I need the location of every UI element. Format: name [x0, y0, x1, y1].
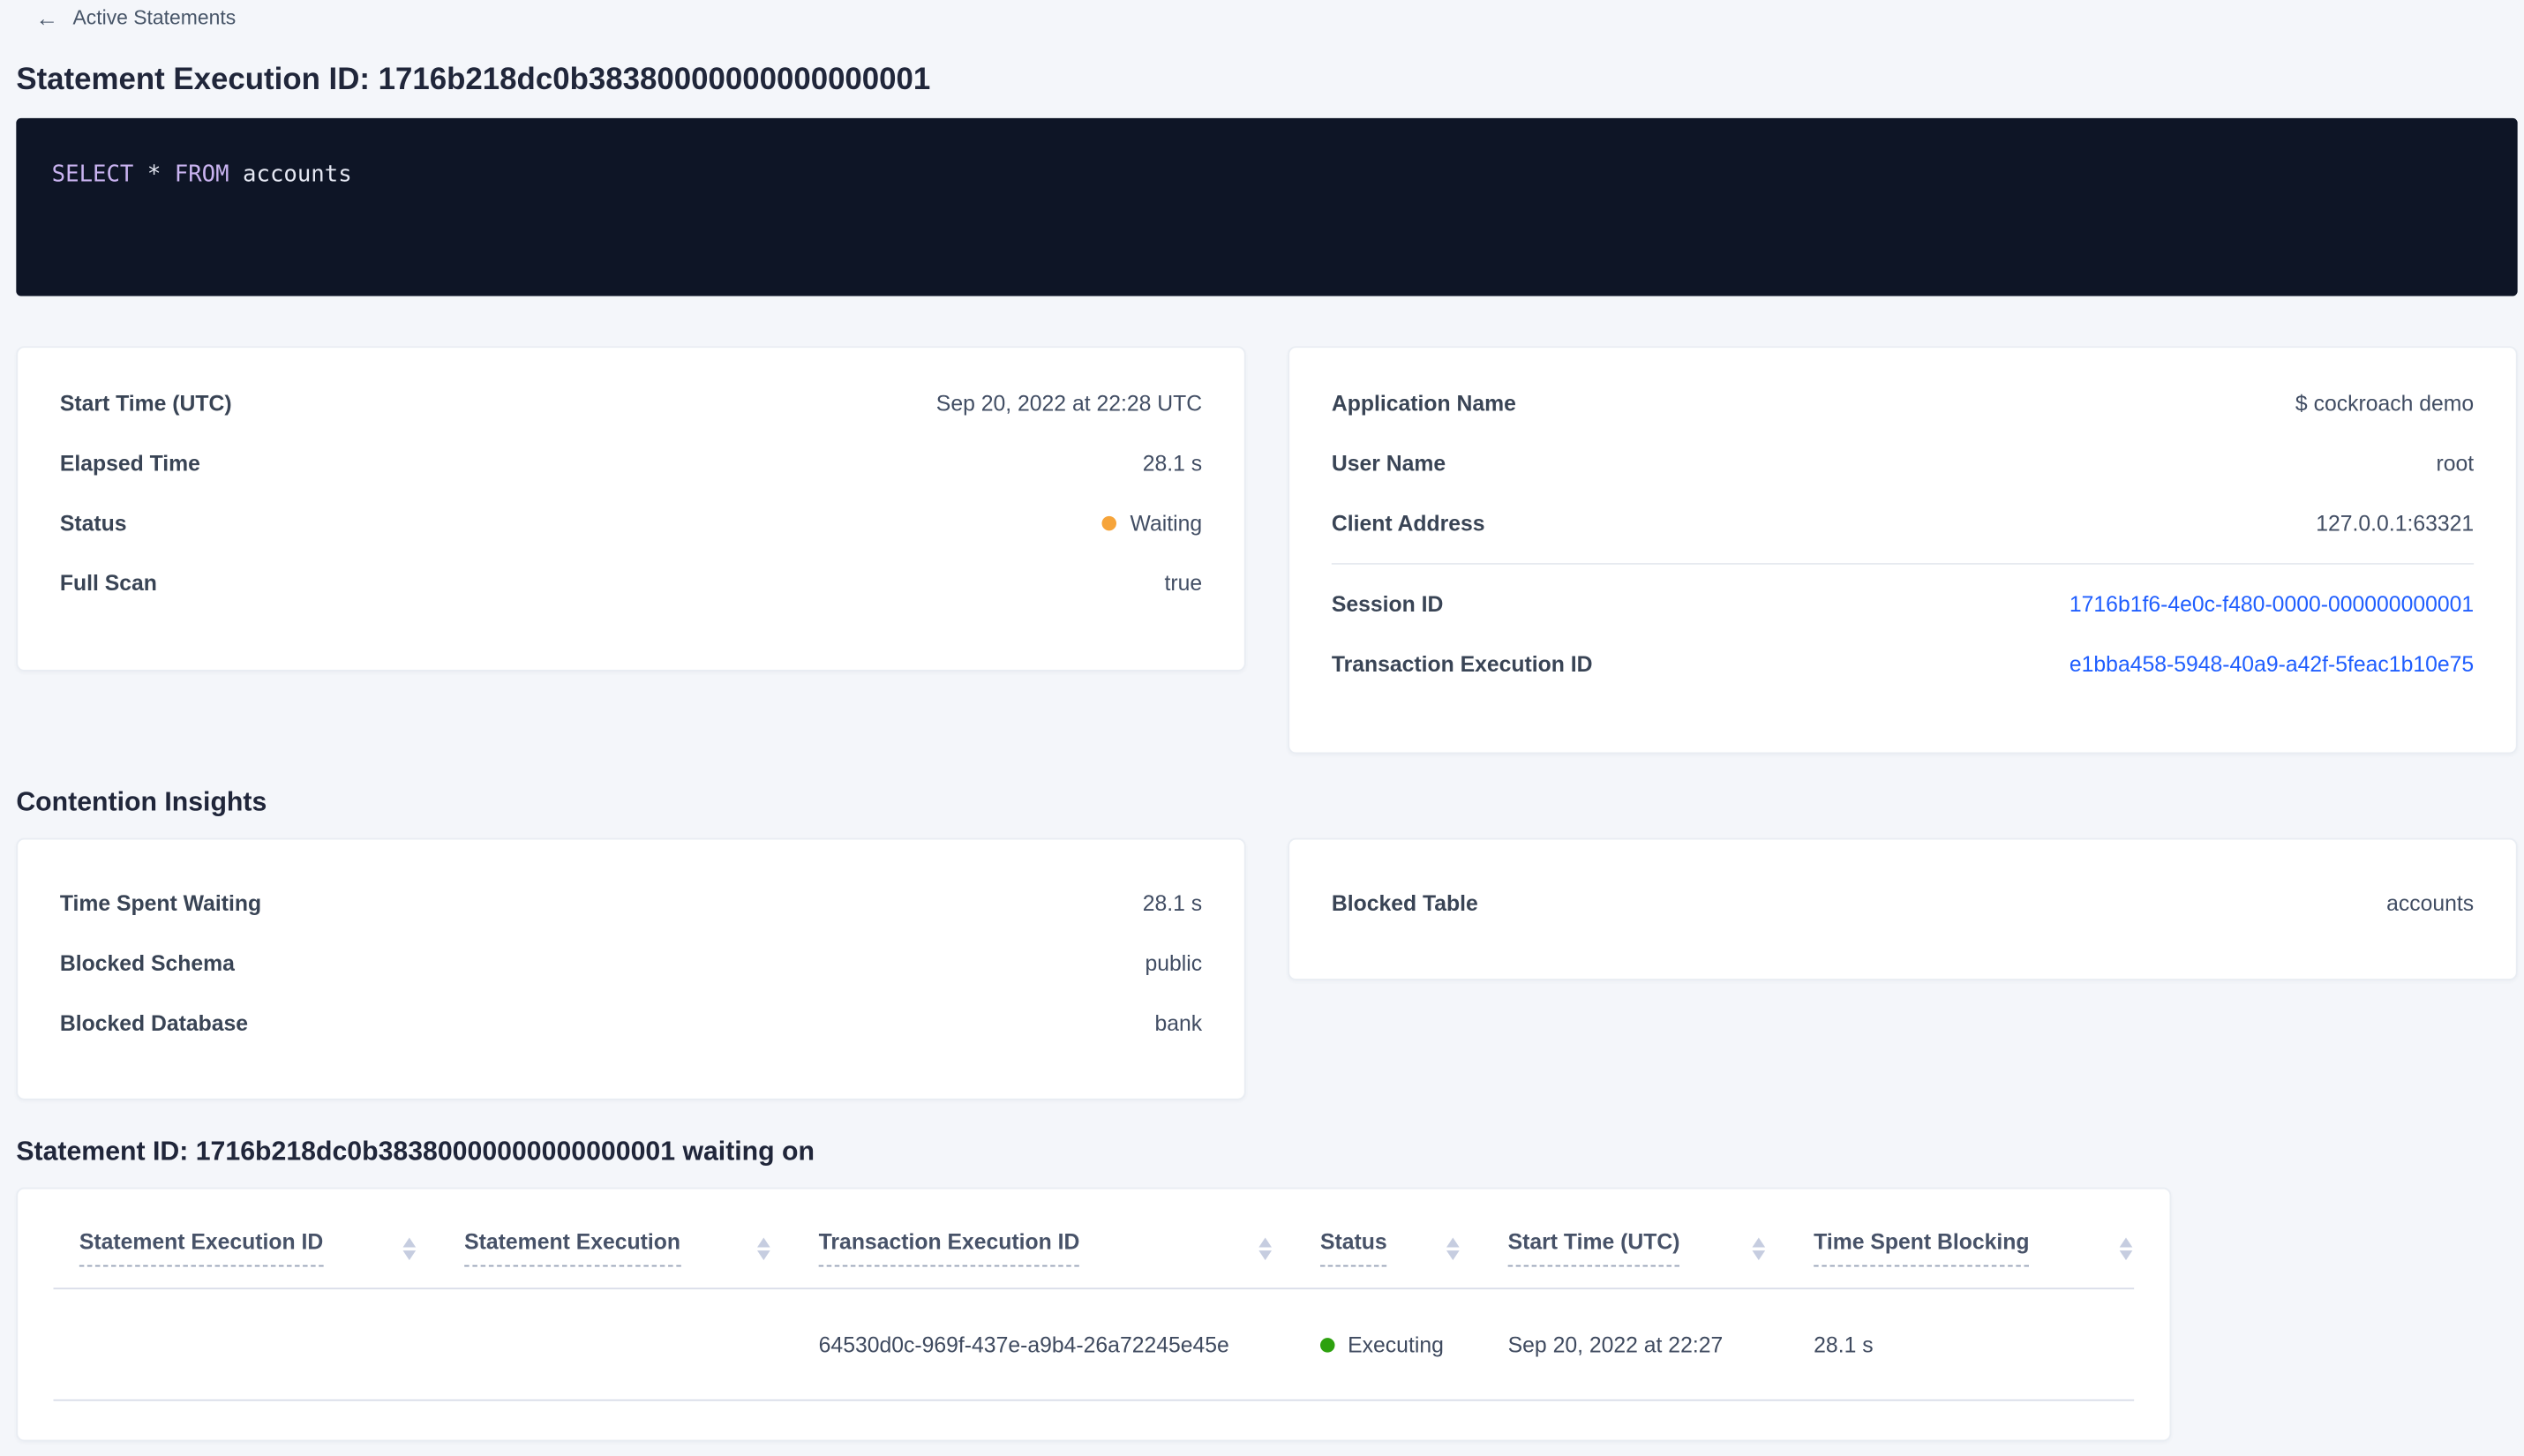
sort-icon — [2119, 1236, 2133, 1260]
column-label: Status — [1319, 1229, 1387, 1267]
row-label: Transaction Execution ID — [1331, 651, 1593, 677]
page-root: ← Active Statements Statement Execution … — [0, 0, 2524, 1456]
sort-icon — [1752, 1236, 1766, 1260]
row-label: Start Time (UTC) — [59, 391, 232, 417]
statement-overview-card: Start Time (UTC) Sep 20, 2022 at 22:28 U… — [16, 346, 1246, 672]
sql-keyword: FROM — [174, 161, 229, 188]
row-value: root — [2436, 451, 2475, 476]
page-content: ← Active Statements Statement Execution … — [0, 0, 2518, 1442]
row-label: Time Spent Waiting — [59, 891, 262, 916]
cell-status: Executing — [1319, 1332, 1508, 1357]
overview-cards-row: Start Time (UTC) Sep 20, 2022 at 22:28 U… — [16, 346, 2518, 754]
cell-time-spent-blocking: 28.1 s — [1814, 1332, 1874, 1357]
column-label: Time Spent Blocking — [1814, 1229, 2030, 1267]
table-row: 64530d0c-969f-437e-a9b4-26a72245e45e Exe… — [18, 1289, 2169, 1400]
column-header-time-spent-blocking[interactable]: Time Spent Blocking — [1814, 1229, 2169, 1267]
waiting-status-dot-icon — [1102, 515, 1117, 531]
contention-details-card: Time Spent Waiting 28.1 s Blocked Schema… — [16, 837, 1246, 1100]
row-value: true — [1164, 571, 1203, 596]
row-value: bank — [1154, 1010, 1203, 1036]
card-divider — [1331, 562, 2475, 565]
contention-cards-row: Time Spent Waiting 28.1 s Blocked Schema… — [16, 837, 2518, 1100]
column-header-start-time[interactable]: Start Time (UTC) — [1507, 1229, 1814, 1267]
column-header-status[interactable]: Status — [1319, 1229, 1508, 1267]
row-session-id: Session ID 1716b1f6-4e0c-f480-0000-00000… — [1289, 574, 2516, 634]
sql-text: * — [133, 161, 175, 188]
row-label: Application Name — [1331, 391, 1516, 417]
session-details-card: Application Name $ cockroach demo User N… — [1288, 346, 2518, 754]
statement-id: 1716b218dc0b38380000000000000001 — [195, 1137, 676, 1167]
row-blocked-table: Blocked Table accounts — [1289, 874, 2516, 934]
row-blocked-schema: Blocked Schema public — [18, 934, 1244, 994]
row-status: Status Waiting — [18, 493, 1244, 553]
heading-prefix: Statement ID: — [16, 1137, 196, 1167]
column-label: Statement Execution ID — [79, 1229, 324, 1267]
column-header-transaction-execution-id[interactable]: Transaction Execution ID — [818, 1229, 1320, 1267]
sql-keyword: SELECT — [51, 161, 134, 188]
row-value: accounts — [2386, 891, 2475, 916]
row-label: Client Address — [1331, 511, 1485, 536]
sort-icon — [756, 1236, 770, 1260]
row-user-name: User Name root — [1289, 433, 2516, 493]
waiting-statements-table: Statement Execution ID Statement Executi… — [16, 1187, 2172, 1442]
row-transaction-execution-id: Transaction Execution ID e1bba458-5948-4… — [1289, 634, 2516, 694]
row-elapsed-time: Elapsed Time 28.1 s — [18, 433, 1244, 493]
sql-text: accounts — [229, 161, 352, 188]
row-label: Elapsed Time — [59, 451, 200, 476]
row-label: Blocked Schema — [59, 950, 235, 976]
heading-suffix: waiting on — [675, 1137, 815, 1167]
column-header-statement-execution-id[interactable]: Statement Execution ID — [79, 1229, 464, 1267]
waiting-on-heading: Statement ID: 1716b218dc0b38380000000000… — [16, 1137, 2517, 1167]
column-label: Transaction Execution ID — [818, 1229, 1080, 1267]
row-label: User Name — [1331, 451, 1446, 476]
column-header-statement-execution[interactable]: Statement Execution — [464, 1229, 818, 1267]
column-label: Start Time (UTC) — [1507, 1229, 1680, 1267]
blocked-table-card: Blocked Table accounts — [1288, 837, 2518, 980]
row-value: $ cockroach demo — [2295, 391, 2475, 417]
row-client-address: Client Address 127.0.0.1:63321 — [1289, 493, 2516, 553]
sort-icon — [402, 1236, 417, 1260]
table-row-border — [53, 1399, 2135, 1401]
sort-icon — [1258, 1236, 1272, 1260]
row-full-scan: Full Scan true — [18, 553, 1244, 613]
row-start-time: Start Time (UTC) Sep 20, 2022 at 22:28 U… — [18, 373, 1244, 433]
status-text: Executing — [1348, 1332, 1444, 1357]
back-arrow-icon: ← — [35, 4, 58, 31]
status-value: Waiting — [1102, 511, 1203, 536]
contention-insights-heading: Contention Insights — [16, 787, 267, 817]
row-application-name: Application Name $ cockroach demo — [1289, 373, 2516, 433]
row-value: 28.1 s — [1142, 891, 1203, 916]
breadcrumb-label: Active Statements — [72, 6, 237, 29]
sort-icon — [1446, 1236, 1460, 1260]
row-value: 28.1 s — [1142, 451, 1203, 476]
session-id-link[interactable]: 1716b1f6-4e0c-f480-0000-000000000001 — [2070, 592, 2474, 616]
row-label: Status — [59, 511, 127, 536]
row-time-spent-waiting: Time Spent Waiting 28.1 s — [18, 874, 1244, 934]
row-value: Sep 20, 2022 at 22:28 UTC — [935, 391, 1203, 417]
row-label: Session ID — [1331, 591, 1444, 617]
row-blocked-database: Blocked Database bank — [18, 994, 1244, 1054]
table-header-row: Statement Execution ID Statement Executi… — [18, 1189, 2169, 1287]
row-label: Blocked Table — [1331, 891, 1478, 916]
row-value: 127.0.0.1:63321 — [2316, 511, 2475, 536]
status-text: Waiting — [1130, 511, 1203, 536]
transaction-execution-id-link[interactable]: e1bba458-5948-40a9-a42f-5feac1b10e75 — [2070, 652, 2474, 676]
cell-transaction-execution-id: 64530d0c-969f-437e-a9b4-26a72245e45e — [818, 1332, 1229, 1357]
executing-status-dot-icon — [1319, 1337, 1335, 1352]
back-link-active-statements[interactable]: ← Active Statements — [35, 4, 2517, 33]
page-title: Statement Execution ID: 1716b218dc0b3838… — [16, 63, 931, 97]
column-label: Statement Execution — [464, 1229, 680, 1267]
row-value: public — [1145, 950, 1203, 976]
sql-statement-box: SELECT * FROM accounts — [16, 117, 2518, 296]
row-label: Full Scan — [59, 571, 157, 596]
row-label: Blocked Database — [59, 1010, 249, 1036]
cell-start-time: Sep 20, 2022 at 22:27 — [1507, 1332, 1724, 1357]
